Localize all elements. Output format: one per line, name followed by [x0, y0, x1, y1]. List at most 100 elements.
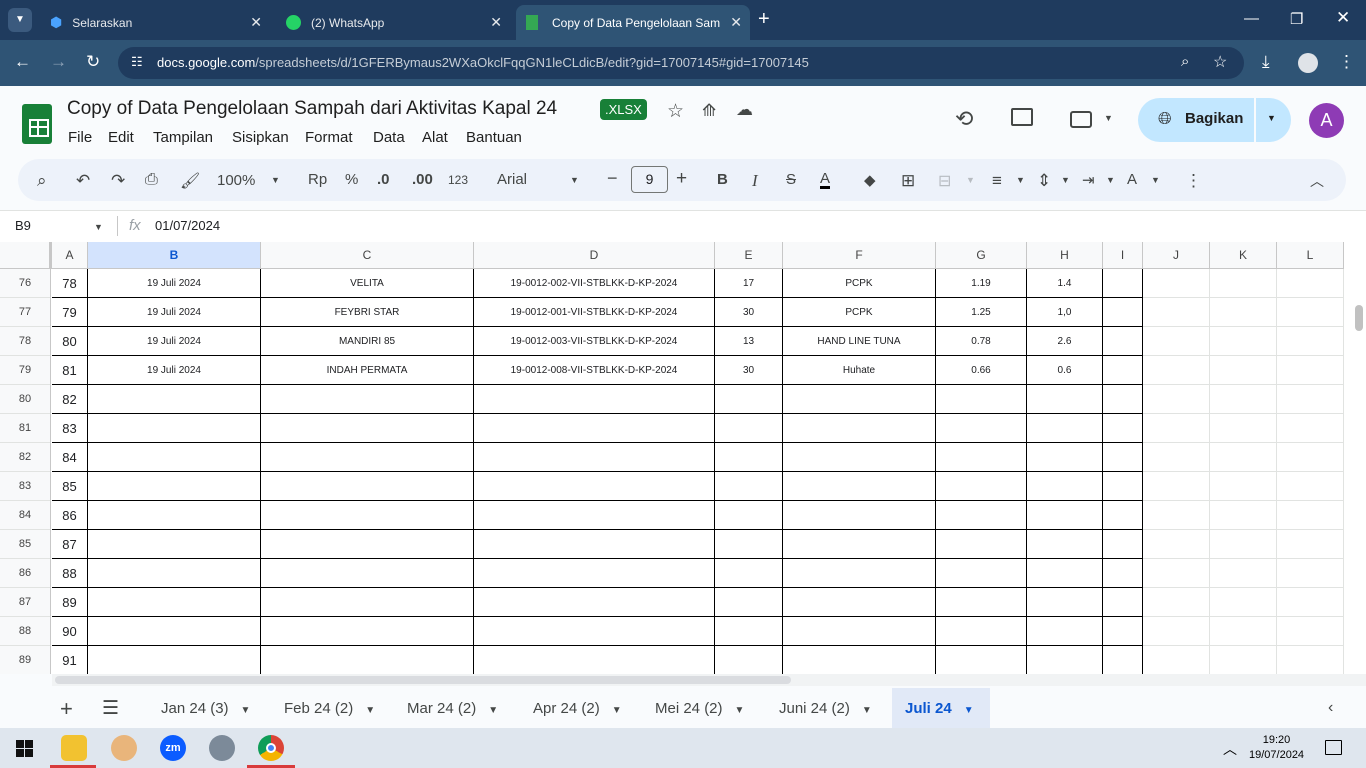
row-header[interactable]: 89 — [0, 646, 51, 674]
omnibox[interactable]: ☷ docs.google.com/spreadsheets/d/1GFERBy… — [118, 47, 1244, 79]
document-title[interactable]: Copy of Data Pengelolaan Sampah dari Akt… — [67, 98, 557, 120]
select-all-corner[interactable] — [0, 242, 52, 269]
table-cell[interactable] — [474, 472, 715, 501]
table-cell[interactable] — [715, 385, 783, 414]
table-cell[interactable]: 1,0 — [1027, 298, 1103, 327]
table-cell[interactable] — [88, 472, 261, 501]
vertical-scroll-thumb[interactable] — [1355, 305, 1363, 331]
table-cell[interactable] — [1277, 530, 1344, 559]
windows-start-icon[interactable] — [16, 740, 33, 757]
row-header[interactable]: 86 — [0, 559, 51, 588]
meet-icon[interactable] — [1070, 111, 1092, 128]
close-icon[interactable]: ✕ — [250, 14, 262, 31]
formula-input[interactable]: 01/07/2024 — [155, 218, 220, 233]
table-cell[interactable] — [474, 385, 715, 414]
horizontal-align-icon[interactable]: ≡ — [992, 171, 1002, 191]
row-header[interactable]: 82 — [0, 443, 51, 472]
table-cell[interactable]: 85 — [52, 472, 88, 501]
table-cell[interactable] — [474, 617, 715, 646]
table-cell[interactable] — [1210, 385, 1277, 414]
table-cell[interactable] — [1210, 559, 1277, 588]
table-cell[interactable] — [715, 443, 783, 472]
menu-sisipkan[interactable]: Sisipkan — [232, 129, 289, 146]
table-cell[interactable] — [88, 617, 261, 646]
table-cell[interactable] — [1103, 646, 1143, 674]
table-cell[interactable] — [1143, 269, 1210, 298]
file-explorer-icon[interactable] — [61, 735, 87, 761]
table-cell[interactable] — [1143, 617, 1210, 646]
chrome-icon[interactable] — [258, 735, 284, 761]
table-cell[interactable]: 19 Juli 2024 — [88, 269, 261, 298]
table-cell[interactable] — [1210, 327, 1277, 356]
avatar[interactable]: A — [1309, 103, 1344, 138]
table-cell[interactable]: 79 — [52, 298, 88, 327]
table-cell[interactable] — [783, 559, 936, 588]
column-header-l[interactable]: L — [1277, 242, 1344, 269]
table-cell[interactable] — [1143, 530, 1210, 559]
table-cell[interactable] — [1143, 559, 1210, 588]
chevron-down-icon[interactable]: ▼ — [1106, 175, 1115, 185]
table-cell[interactable] — [715, 414, 783, 443]
zoom-select[interactable]: 100% — [217, 172, 255, 189]
back-icon[interactable]: ← — [14, 52, 31, 72]
table-cell[interactable] — [1027, 559, 1103, 588]
sheets-logo[interactable] — [22, 104, 52, 144]
text-wrapping-icon[interactable]: ⇥ — [1082, 171, 1095, 189]
increase-font-size-icon[interactable]: + — [676, 168, 687, 190]
menu-alat[interactable]: Alat — [422, 129, 448, 146]
sheet-scroll-left-icon[interactable]: ‹ — [1328, 699, 1333, 717]
browser-menu-icon[interactable]: ⋮ — [1338, 52, 1355, 72]
undo-icon[interactable]: ↶ — [76, 171, 90, 191]
table-cell[interactable] — [1103, 443, 1143, 472]
table-cell[interactable] — [88, 530, 261, 559]
meet-dropdown-icon[interactable]: ▼ — [1104, 113, 1113, 123]
table-cell[interactable]: 30 — [715, 298, 783, 327]
table-cell[interactable] — [1027, 414, 1103, 443]
print-icon[interactable]: ⎙ — [145, 171, 158, 189]
paint-format-icon[interactable]: 🖌︎ — [180, 171, 200, 191]
table-cell[interactable] — [1103, 472, 1143, 501]
table-cell[interactable]: 0.78 — [936, 327, 1027, 356]
currency-format-button[interactable]: Rp — [308, 171, 327, 188]
table-cell[interactable] — [88, 559, 261, 588]
table-cell[interactable] — [936, 501, 1027, 530]
sheet-tab-juli[interactable]: Juli 24 ▼ — [905, 700, 974, 717]
table-cell[interactable] — [783, 617, 936, 646]
table-cell[interactable] — [1210, 472, 1277, 501]
table-cell[interactable] — [1143, 385, 1210, 414]
table-cell[interactable] — [1103, 530, 1143, 559]
taskbar-clock[interactable]: 19:20 19/07/2024 — [1249, 733, 1304, 763]
table-cell[interactable]: 13 — [715, 327, 783, 356]
table-cell[interactable] — [88, 414, 261, 443]
tab-search-dropdown-icon[interactable]: ▼ — [8, 8, 32, 32]
table-cell[interactable] — [783, 443, 936, 472]
table-cell[interactable] — [1210, 298, 1277, 327]
column-header-d[interactable]: D — [474, 242, 715, 269]
table-cell[interactable] — [261, 559, 474, 588]
search-menus-icon[interactable]: ⌕ — [37, 171, 47, 191]
minimize-icon[interactable]: — — [1244, 10, 1259, 27]
table-cell[interactable] — [715, 646, 783, 674]
table-cell[interactable] — [1143, 646, 1210, 674]
table-cell[interactable] — [88, 501, 261, 530]
row-header[interactable]: 88 — [0, 617, 51, 646]
remote-desktop-icon[interactable] — [209, 735, 235, 761]
borders-icon[interactable]: ⊞ — [901, 171, 915, 191]
profile-icon[interactable] — [1298, 53, 1318, 73]
sheet-tab-jan[interactable]: Jan 24 (3) ▼ — [161, 700, 250, 717]
redo-icon[interactable]: ↷ — [111, 171, 125, 191]
table-cell[interactable] — [715, 559, 783, 588]
table-cell[interactable] — [936, 588, 1027, 617]
table-cell[interactable] — [261, 617, 474, 646]
table-cell[interactable] — [88, 443, 261, 472]
table-cell[interactable] — [1277, 617, 1344, 646]
notifications-icon[interactable] — [1325, 740, 1342, 755]
cloud-status-icon[interactable]: ☁ — [736, 100, 753, 120]
table-cell[interactable] — [1277, 501, 1344, 530]
table-cell[interactable] — [88, 588, 261, 617]
table-cell[interactable] — [1103, 559, 1143, 588]
paint-icon[interactable] — [111, 735, 137, 761]
chevron-down-icon[interactable]: ▼ — [862, 705, 872, 716]
table-cell[interactable]: 19 Juli 2024 — [88, 356, 261, 385]
table-cell[interactable] — [1143, 327, 1210, 356]
